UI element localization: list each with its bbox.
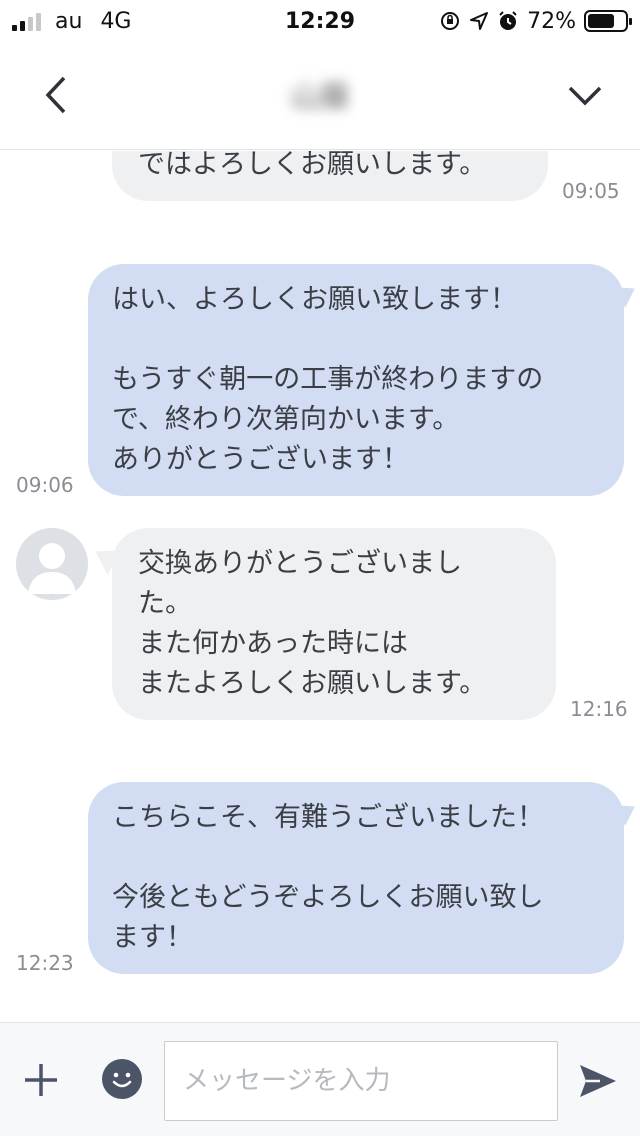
avatar[interactable]	[16, 528, 88, 600]
chat-header: 山藤	[0, 42, 640, 150]
signal-strength-icon	[12, 11, 41, 31]
message-bubble: 交換ありがとうございまし た。 また何かあった時には またよろしくお願いします。	[112, 528, 556, 720]
location-arrow-icon	[470, 12, 489, 30]
send-button[interactable]	[576, 1059, 620, 1103]
chevron-down-icon	[568, 86, 602, 106]
network-label: 4G	[100, 8, 132, 34]
chat-title: 山藤	[290, 80, 350, 115]
message-time: 09:06	[16, 473, 74, 497]
message-bubble: ではよろしくお願いします。	[112, 151, 548, 201]
battery-percent: 72%	[527, 8, 576, 34]
message-time: 12:16	[570, 697, 628, 721]
add-attachment-button[interactable]	[18, 1057, 64, 1103]
message-list[interactable]: ではよろしくお願いします。 09:05 09:06 はい、よろしくお願い致します…	[0, 151, 640, 1021]
battery-icon	[584, 10, 632, 32]
send-icon	[580, 1065, 616, 1097]
message-time: 12:23	[16, 951, 74, 975]
message-time: 09:05	[562, 179, 620, 203]
alarm-clock-icon	[499, 11, 517, 30]
carrier-label: au	[55, 8, 83, 34]
plus-icon	[25, 1064, 57, 1096]
message-input[interactable]	[164, 1041, 558, 1121]
input-bar	[0, 1022, 640, 1136]
emoji-button[interactable]	[102, 1059, 142, 1099]
menu-toggle-button[interactable]	[560, 70, 610, 120]
message-bubble: こちらこそ、有難うございました！ 今後ともどうぞよろしくお願い致し ます！	[88, 782, 624, 974]
smiley-icon	[112, 1072, 132, 1088]
user-silhouette-icon	[28, 543, 76, 594]
status-bar: au 4G 12:29 72%	[0, 0, 640, 42]
message-bubble: はい、よろしくお願い致します！ もうすぐ朝一の工事が終わりますの で、終わり次第…	[88, 264, 624, 496]
rotation-lock-icon	[441, 12, 460, 30]
